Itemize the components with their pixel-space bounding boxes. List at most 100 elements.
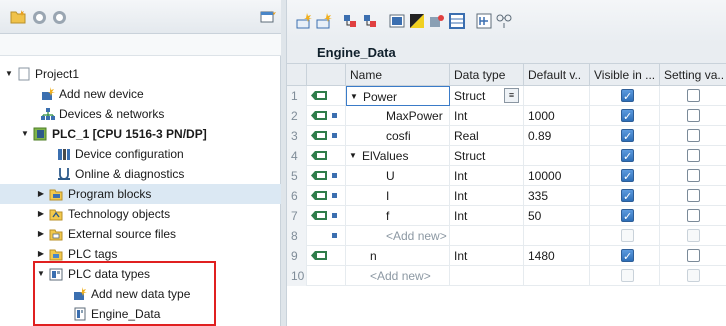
data-type-cell[interactable]: Int bbox=[450, 106, 524, 126]
tree-item-plc-data-types[interactable]: ▼ PLC data types bbox=[0, 264, 281, 284]
tree-item-plc-tags[interactable]: ▶ PLC tags bbox=[0, 244, 281, 264]
name-cell[interactable]: f bbox=[346, 206, 450, 226]
data-type-cell[interactable]: Int bbox=[450, 186, 524, 206]
table-row[interactable]: 4 ▼ ElValues Struct bbox=[287, 146, 726, 166]
expand-arrow-icon[interactable]: ▶ bbox=[36, 184, 46, 204]
column-header-data-type[interactable]: Data type bbox=[450, 64, 524, 86]
default-value-cell[interactable]: 335 bbox=[524, 186, 590, 206]
name-cell[interactable]: U bbox=[346, 166, 450, 186]
data-type-cell[interactable]: Int bbox=[450, 206, 524, 226]
name-cell[interactable]: MaxPower bbox=[346, 106, 450, 126]
tree-item-devices-networks[interactable]: Devices & networks bbox=[0, 104, 281, 124]
table-row[interactable]: 10 <Add new> bbox=[287, 266, 726, 286]
visible-in-hmi-checkbox[interactable] bbox=[621, 167, 634, 186]
table-row[interactable]: 8 <Add new> bbox=[287, 226, 726, 246]
data-type-cell[interactable]: Int bbox=[450, 246, 524, 266]
tree-item-external-source-files[interactable]: ▶ External source files bbox=[0, 224, 281, 244]
name-cell[interactable]: I bbox=[346, 186, 450, 206]
table-row[interactable]: 5 U Int 10000 bbox=[287, 166, 726, 186]
expand-all-icon[interactable] bbox=[342, 12, 360, 30]
visible-in-hmi-checkbox[interactable] bbox=[621, 187, 634, 206]
name-cell[interactable]: n bbox=[346, 246, 450, 266]
setting-value-checkbox[interactable] bbox=[687, 129, 700, 142]
visible-in-hmi-checkbox[interactable] bbox=[621, 247, 634, 266]
add-row-icon[interactable] bbox=[315, 12, 333, 30]
setting-value-checkbox[interactable] bbox=[687, 269, 700, 282]
data-type-cell[interactable]: Struct ≡ bbox=[450, 86, 524, 106]
column-header-name[interactable]: Name bbox=[346, 64, 450, 86]
data-type-cell[interactable]: Struct bbox=[450, 146, 524, 166]
forward-icon[interactable] bbox=[51, 9, 67, 25]
default-value-cell[interactable]: 50 bbox=[524, 206, 590, 226]
column-header-setting-value[interactable]: Setting va.. bbox=[660, 64, 726, 86]
table-row[interactable]: 9 n Int 1480 bbox=[287, 246, 726, 266]
default-value-cell[interactable]: 0.89 bbox=[524, 126, 590, 146]
data-type-cell[interactable] bbox=[450, 266, 524, 286]
tree-item-program-blocks[interactable]: ▶ Program blocks bbox=[0, 184, 281, 204]
tree-item-engine-data[interactable]: Engine_Data bbox=[0, 304, 281, 324]
table-row[interactable]: 1 ▼ Power Struct ≡ bbox=[287, 86, 726, 106]
collapse-arrow-icon[interactable]: ▼ bbox=[349, 146, 357, 166]
expand-arrow-icon[interactable]: ▼ bbox=[20, 124, 30, 144]
setting-value-checkbox[interactable] bbox=[687, 89, 700, 102]
default-value-cell[interactable]: 1000 bbox=[524, 106, 590, 126]
collapse-panel-icon[interactable] bbox=[260, 9, 276, 25]
expand-arrow-icon[interactable]: ▶ bbox=[36, 204, 46, 224]
table-row[interactable]: 7 f Int 50 bbox=[287, 206, 726, 226]
tree-item-online-diagnostics[interactable]: Online & diagnostics bbox=[0, 164, 281, 184]
expand-arrow-icon[interactable]: ▶ bbox=[36, 224, 46, 244]
visible-in-hmi-checkbox[interactable] bbox=[621, 269, 634, 282]
setting-value-checkbox[interactable] bbox=[687, 149, 700, 162]
collapse-arrow-icon[interactable]: ▼ bbox=[350, 87, 358, 105]
column-header-default-value[interactable]: Default v.. bbox=[524, 64, 590, 86]
default-value-cell[interactable] bbox=[524, 146, 590, 166]
new-folder-icon[interactable] bbox=[10, 9, 26, 25]
monitor-icon[interactable] bbox=[388, 12, 406, 30]
table-row[interactable]: 3 cosfi Real 0.89 bbox=[287, 126, 726, 146]
data-type-cell[interactable]: Real bbox=[450, 126, 524, 146]
tree-item-add-data-type[interactable]: Add new data type bbox=[0, 284, 281, 304]
name-cell[interactable]: ▼ Power bbox=[346, 86, 450, 106]
data-type-cell[interactable] bbox=[450, 226, 524, 246]
column-header-visible-in-hmi[interactable]: Visible in ... bbox=[590, 64, 660, 86]
glasses-icon[interactable] bbox=[495, 12, 513, 30]
visible-in-hmi-checkbox[interactable] bbox=[621, 107, 634, 126]
visible-in-hmi-checkbox[interactable] bbox=[621, 207, 634, 226]
visible-in-hmi-checkbox[interactable] bbox=[621, 147, 634, 166]
setting-value-checkbox[interactable] bbox=[687, 189, 700, 202]
visible-in-hmi-checkbox[interactable] bbox=[621, 127, 634, 146]
default-value-cell[interactable]: 1480 bbox=[524, 246, 590, 266]
expand-arrow-icon[interactable]: ▶ bbox=[36, 244, 46, 264]
default-value-cell[interactable] bbox=[524, 266, 590, 286]
name-cell[interactable]: <Add new> bbox=[346, 266, 450, 286]
snapshot-icon[interactable] bbox=[428, 12, 446, 30]
visible-in-hmi-checkbox[interactable] bbox=[621, 229, 634, 242]
tree-item-add-device[interactable]: Add new device bbox=[0, 84, 281, 104]
expand-arrow-icon[interactable]: ▼ bbox=[4, 64, 14, 84]
name-cell[interactable]: <Add new> bbox=[346, 226, 450, 246]
setting-value-checkbox[interactable] bbox=[687, 109, 700, 122]
tree-item-plc[interactable]: ▼ PLC_1 [CPU 1516-3 PN/DP] bbox=[0, 124, 281, 144]
type-picker-button[interactable]: ≡ bbox=[504, 88, 519, 103]
table-row[interactable]: 6 I Int 335 bbox=[287, 186, 726, 206]
table-row[interactable]: 2 MaxPower Int 1000 bbox=[287, 106, 726, 126]
default-value-cell[interactable]: 10000 bbox=[524, 166, 590, 186]
visible-in-hmi-checkbox[interactable] bbox=[621, 87, 634, 106]
setting-value-checkbox[interactable] bbox=[687, 229, 700, 242]
name-cell[interactable]: ▼ ElValues bbox=[346, 146, 450, 166]
tree-item-device-configuration[interactable]: Device configuration bbox=[0, 144, 281, 164]
properties-icon[interactable] bbox=[475, 12, 493, 30]
setting-value-checkbox[interactable] bbox=[687, 209, 700, 222]
setting-value-checkbox[interactable] bbox=[687, 169, 700, 182]
tree-item-project[interactable]: ▼ Project1 bbox=[0, 64, 281, 84]
setting-value-checkbox[interactable] bbox=[687, 249, 700, 262]
insert-row-icon[interactable] bbox=[295, 12, 313, 30]
default-value-cell[interactable] bbox=[524, 226, 590, 246]
default-value-cell[interactable] bbox=[524, 86, 590, 106]
name-cell[interactable]: cosfi bbox=[346, 126, 450, 146]
table-view-icon[interactable] bbox=[448, 12, 466, 30]
tree-item-technology-objects[interactable]: ▶ Technology objects bbox=[0, 204, 281, 224]
data-type-cell[interactable]: Int bbox=[450, 166, 524, 186]
collapse-all-icon[interactable] bbox=[362, 12, 380, 30]
color-marker-icon[interactable] bbox=[408, 12, 426, 30]
